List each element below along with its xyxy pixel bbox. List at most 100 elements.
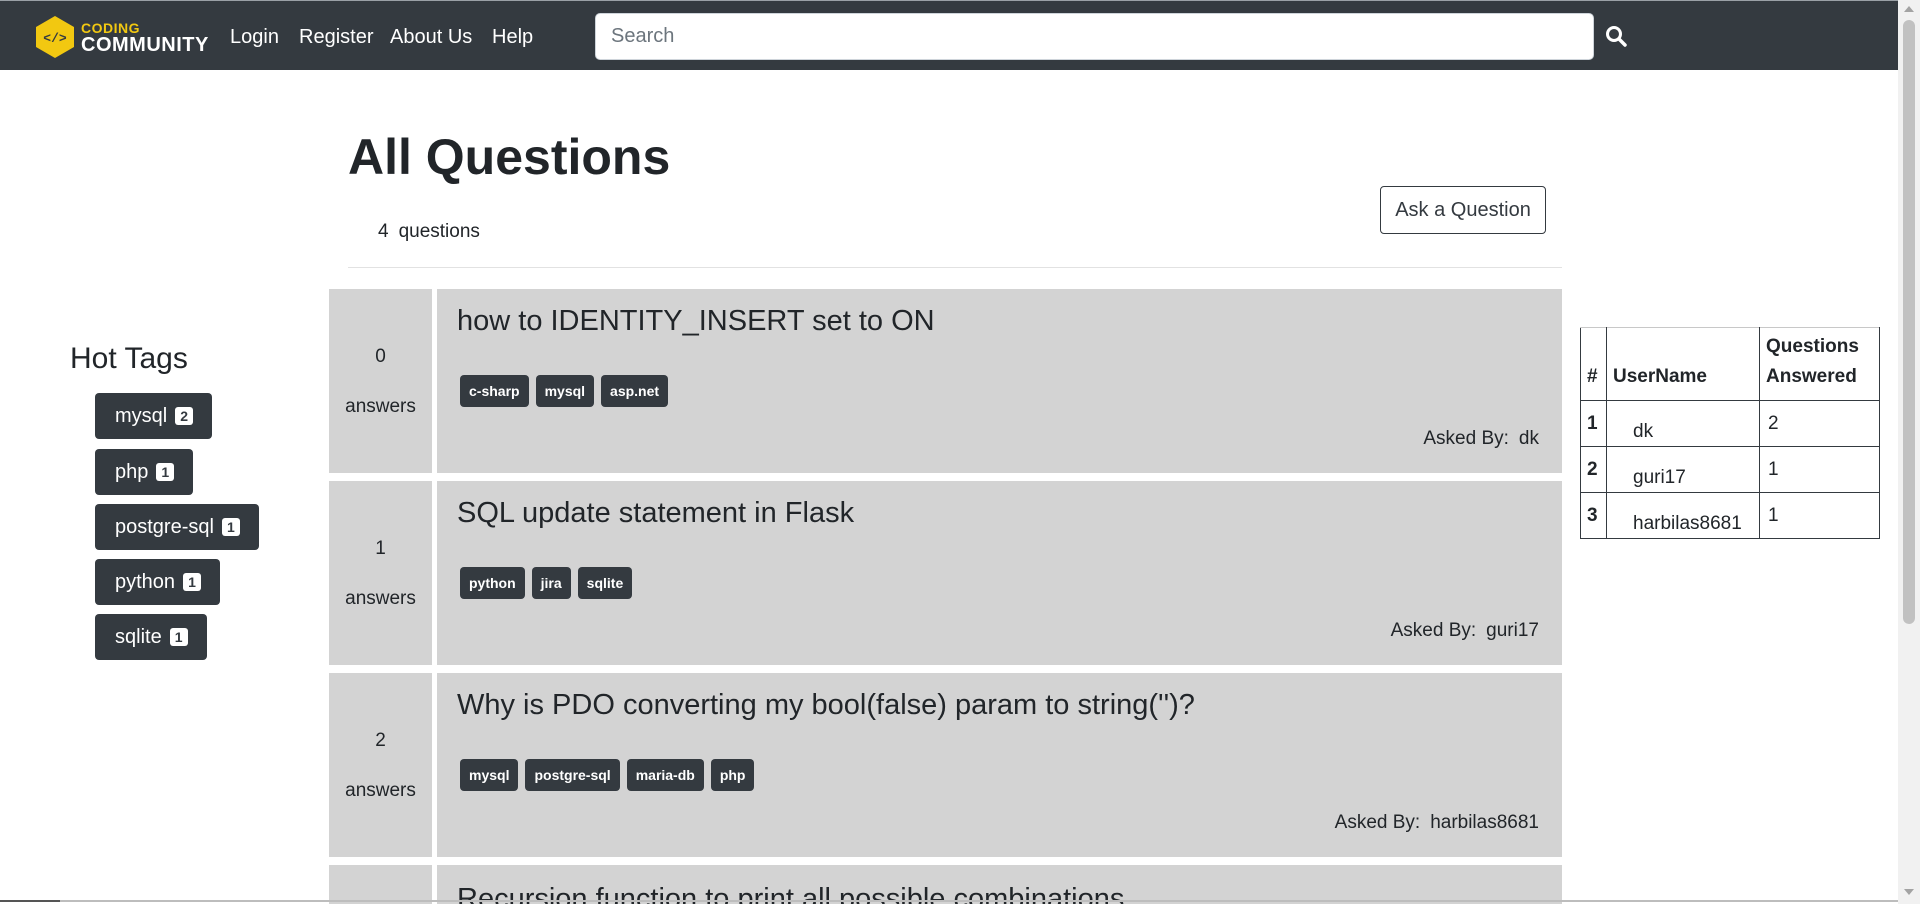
username-column-header: UserName	[1606, 327, 1760, 401]
question-title-link[interactable]: Why is PDO converting my bool(false) par…	[457, 687, 1195, 723]
leaderboard-row: 3 harbilas8681 1	[1580, 492, 1880, 539]
leaderboard-row: 2 guri17 1	[1580, 446, 1880, 493]
page-title: All Questions	[348, 129, 671, 185]
answered-count-cell: 1	[1759, 492, 1880, 539]
question-body: Why is PDO converting my bool(false) par…	[437, 673, 1562, 857]
scroll-up-arrow-icon[interactable]	[1904, 6, 1914, 12]
username-cell: guri17	[1606, 446, 1760, 493]
hot-tag-mysql[interactable]: mysql 2	[95, 393, 213, 439]
hot-tag-postgre-sql[interactable]: postgre-sql 1	[95, 504, 259, 550]
hot-tag-count-badge: 1	[183, 573, 201, 591]
scroll-down-arrow-icon[interactable]	[1904, 889, 1914, 895]
question-tag[interactable]: python	[460, 567, 525, 599]
asked-by-label: Asked By:	[1334, 812, 1421, 833]
answer-count-label: answers	[345, 588, 416, 609]
search-input[interactable]	[595, 13, 1594, 60]
leaderboard-table: # UserName Questions Answered 1 dk 2 2 g…	[1580, 327, 1880, 539]
question-tag[interactable]: jira	[531, 567, 571, 599]
asked-by: Asked By: dk	[1423, 427, 1539, 451]
nav-login-link[interactable]: Login	[230, 25, 279, 49]
question-card: 2 answers Why is PDO converting my bool(…	[329, 673, 1562, 857]
asked-by-label: Asked By:	[1390, 620, 1477, 641]
question-tag[interactable]: sqlite	[577, 567, 633, 599]
question-count-number: 4	[378, 221, 389, 242]
answered-count-cell: 2	[1759, 400, 1880, 447]
question-card: Recursion function to print all possible…	[329, 865, 1562, 904]
hot-tag-label: php	[115, 460, 149, 483]
hot-tag-label: python	[115, 570, 176, 593]
answer-count-box: 2 answers	[329, 673, 432, 857]
question-title-link[interactable]: how to IDENTITY_INSERT set to ON	[457, 303, 935, 339]
header-divider	[348, 267, 1562, 268]
hot-tags-title: Hot Tags	[70, 342, 188, 375]
answer-count-box	[329, 865, 432, 904]
hot-tag-python[interactable]: python 1	[95, 559, 220, 605]
answer-count: 2	[375, 730, 386, 751]
leaderboard-row: 1 dk 2	[1580, 400, 1880, 447]
answered-count-cell: 1	[1759, 446, 1880, 493]
question-tag[interactable]: asp.net	[601, 375, 669, 407]
site-logo[interactable]: </> CODING COMMUNITY	[34, 13, 212, 59]
nav-about-us-link[interactable]: About Us	[390, 25, 472, 49]
answer-count-label: answers	[345, 780, 416, 801]
hot-tag-count-badge: 2	[175, 407, 194, 425]
rank-column-header: #	[1580, 327, 1607, 401]
hot-tag-count-badge: 1	[169, 628, 188, 646]
asked-by-label: Asked By:	[1423, 428, 1509, 449]
asked-by-user: harbilas8681	[1430, 812, 1539, 833]
asked-by-user: dk	[1518, 428, 1539, 449]
question-tags: c-sharp mysql asp.net	[460, 375, 669, 407]
ask-question-button[interactable]: Ask a Question	[1380, 186, 1546, 234]
vertical-scrollbar[interactable]	[1898, 0, 1920, 904]
question-card: 0 answers how to IDENTITY_INSERT set to …	[329, 289, 1562, 473]
answer-count-label: answers	[345, 396, 416, 417]
question-tag[interactable]: postgre-sql	[525, 759, 620, 791]
rank-cell: 3	[1580, 492, 1607, 539]
question-body: SQL update statement in Flask python jir…	[437, 481, 1562, 665]
hot-tag-count-badge: 1	[156, 463, 175, 481]
question-tags: python jira sqlite	[460, 567, 633, 599]
question-tag[interactable]: maria-db	[626, 759, 704, 791]
rank-cell: 2	[1580, 446, 1607, 493]
question-tag[interactable]: mysql	[460, 759, 519, 791]
page-bottom-border	[0, 900, 1898, 902]
code-brackets-icon: </>	[36, 16, 74, 58]
answer-count-box: 1 answers	[329, 481, 432, 665]
logo-text-coding: CODING	[81, 20, 140, 36]
question-title-link[interactable]: SQL update statement in Flask	[457, 495, 854, 531]
username-cell: dk	[1606, 400, 1760, 447]
question-tag[interactable]: c-sharp	[460, 375, 529, 407]
question-tag[interactable]: php	[710, 759, 755, 791]
svg-text:</>: </>	[43, 31, 67, 46]
asked-by-user: guri17	[1486, 620, 1539, 641]
question-count-label: questions	[398, 221, 480, 242]
answer-count: 1	[375, 538, 386, 559]
asked-by: Asked By: guri17	[1391, 619, 1539, 643]
nav-register-link[interactable]: Register	[299, 25, 373, 49]
questions-answered-column-header: Questions Answered	[1759, 327, 1880, 401]
scrollbar-thumb[interactable]	[1903, 20, 1915, 624]
question-body: how to IDENTITY_INSERT set to ON c-sharp…	[437, 289, 1562, 473]
question-tags: mysql postgre-sql maria-db php	[460, 759, 755, 791]
answer-count-box: 0 answers	[329, 289, 432, 473]
rank-cell: 1	[1580, 400, 1607, 447]
nav-help-link[interactable]: Help	[492, 25, 533, 49]
question-count: 4 questions	[378, 220, 480, 244]
hot-tag-php[interactable]: php 1	[95, 449, 194, 495]
question-tag[interactable]: mysql	[535, 375, 595, 407]
hot-tag-count-badge: 1	[221, 518, 240, 536]
page-bottom-border-accent	[0, 900, 60, 902]
asked-by: Asked By: harbilas8681	[1335, 811, 1539, 835]
hot-tag-label: mysql	[115, 404, 168, 427]
hot-tag-label: postgre-sql	[115, 515, 214, 538]
leaderboard-header-row: # UserName Questions Answered	[1580, 327, 1880, 401]
navbar: </> CODING COMMUNITY Login Register Abou…	[0, 0, 1898, 70]
search-icon[interactable]	[1604, 24, 1628, 48]
answer-count: 0	[375, 346, 386, 367]
logo-text-community: COMMUNITY	[81, 34, 209, 56]
username-cell: harbilas8681	[1606, 492, 1760, 539]
hot-tag-label: sqlite	[115, 625, 162, 648]
question-card: 1 answers SQL update statement in Flask …	[329, 481, 1562, 665]
hot-tag-sqlite[interactable]: sqlite 1	[95, 614, 207, 660]
question-body: Recursion function to print all possible…	[437, 865, 1562, 904]
